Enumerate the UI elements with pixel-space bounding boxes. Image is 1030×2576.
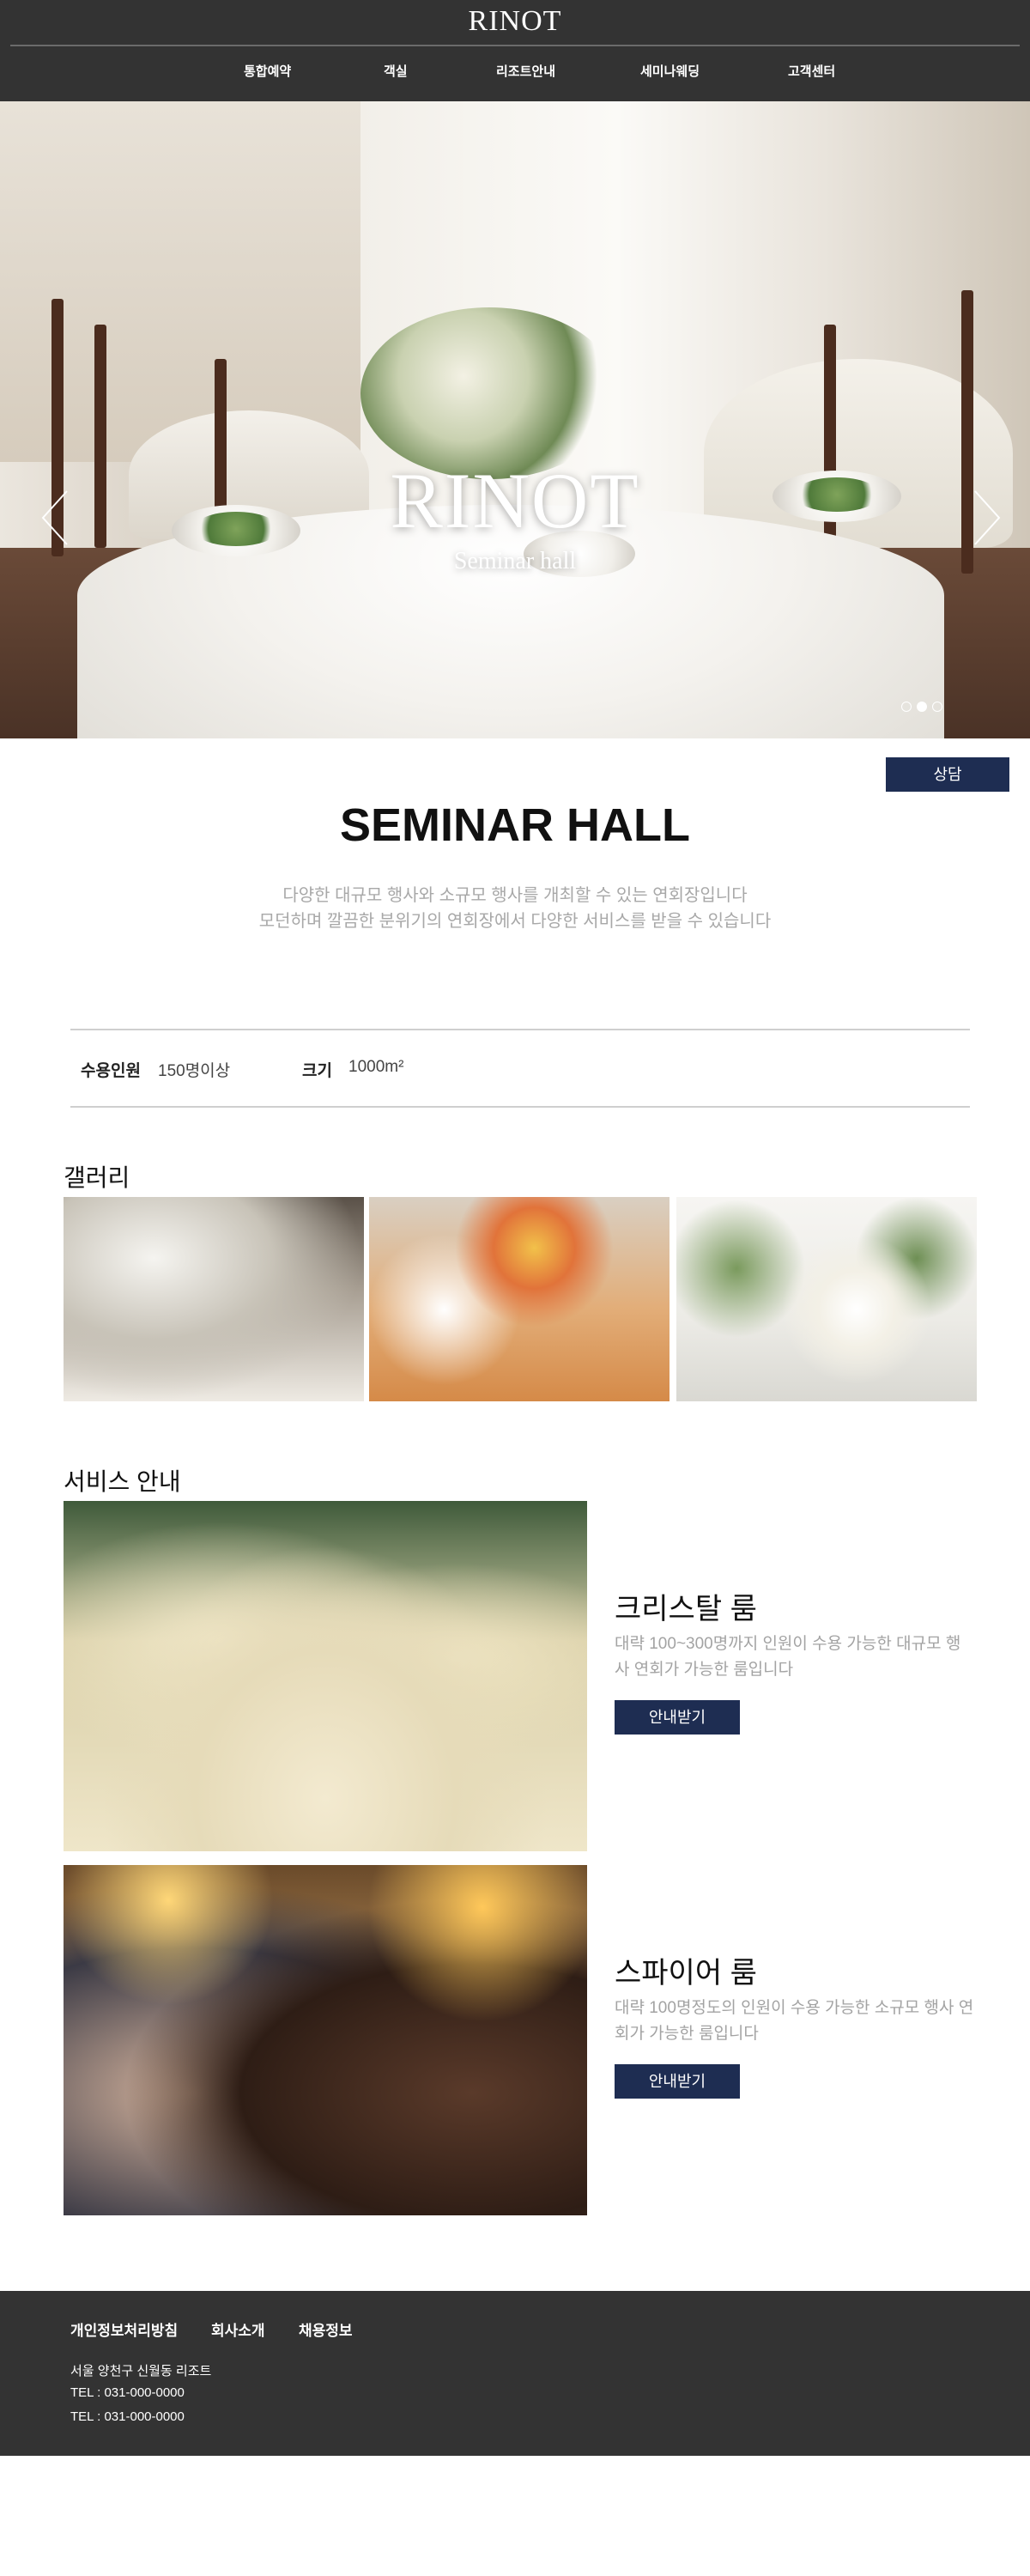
crystal-room-image xyxy=(64,1501,587,1851)
main-nav: 통합예약 객실 리조트안내 세미나웨딩 고객센터 xyxy=(0,62,1030,88)
hero-next-arrow-icon[interactable] xyxy=(970,488,1004,548)
size-value: 1000m² xyxy=(348,1058,404,1076)
info-divider-bottom xyxy=(70,1106,970,1108)
nav-item-rooms[interactable]: 객실 xyxy=(384,62,408,80)
site-logo[interactable]: RINOT xyxy=(0,5,1030,38)
hero-banner: RINOT Seminar hall xyxy=(0,101,1030,738)
consult-button[interactable]: 상담 xyxy=(886,757,1009,792)
nav-item-reservation[interactable]: 통합예약 xyxy=(244,62,291,80)
nav-item-seminar-wedding[interactable]: 세미나웨딩 xyxy=(640,62,700,80)
info-divider-top xyxy=(70,1029,970,1030)
slide-dot[interactable] xyxy=(901,702,912,712)
gallery-image[interactable] xyxy=(369,1197,670,1401)
gallery-image[interactable] xyxy=(64,1197,364,1401)
gallery-image[interactable] xyxy=(676,1197,977,1401)
spire-room-image xyxy=(64,1865,587,2215)
spire-room-description: 대략 100명정도의 인원이 수용 가능한 소규모 행사 연회가 가능한 룸입니… xyxy=(615,1999,974,2043)
slide-dot[interactable] xyxy=(932,702,942,712)
footer-address: 서울 양천구 신월동 리조트 xyxy=(70,2364,212,2379)
footer-link-about[interactable]: 회사소개 xyxy=(211,2318,265,2340)
gallery-title: 갤러리 xyxy=(64,1164,130,1191)
slide-dot[interactable] xyxy=(917,702,927,712)
site-footer: 개인정보처리방침 회사소개 채용정보 서울 양천구 신월동 리조트 TEL : … xyxy=(0,2291,1030,2456)
page-title: SEMINAR HALL xyxy=(340,799,690,851)
hero-prev-arrow-icon[interactable] xyxy=(38,488,72,548)
nav-item-resort-info[interactable]: 리조트안내 xyxy=(496,62,555,80)
site-header: RINOT 통합예약 객실 리조트안내 세미나웨딩 고객센터 xyxy=(0,0,1030,101)
intro-description-line1: 다양한 대규모 행사와 소규모 행사를 개최할 수 있는 연회장입니다 xyxy=(282,886,748,905)
footer-tel: TEL : 031-000-0000 xyxy=(70,2409,185,2424)
footer-tel: TEL : 031-000-0000 xyxy=(70,2385,185,2400)
capacity-value: 150명이상 xyxy=(158,1062,231,1080)
hero-slide-dots xyxy=(901,701,948,714)
hero-photo-flowers xyxy=(360,307,618,479)
hero-subtitle: Seminar hall xyxy=(453,548,577,574)
spire-room-info-button[interactable]: 안내받기 xyxy=(615,2064,740,2099)
crystal-room-description: 대략 100~300명까지 인원이 수용 가능한 대규모 행사 연회가 가능한 … xyxy=(615,1635,961,1679)
size-label: 크기 xyxy=(302,1062,332,1080)
crystal-room-info-button[interactable]: 안내받기 xyxy=(615,1700,740,1735)
intro-description-line2: 모던하며 깔끔한 분위기의 연회장에서 다양한 서비스를 받을 수 있습니다 xyxy=(258,912,772,931)
nav-item-customer-center[interactable]: 고객센터 xyxy=(788,62,835,80)
services-title: 서비스 안내 xyxy=(64,1468,181,1495)
spire-room-name: 스파이어 룸 xyxy=(615,1957,757,1990)
header-divider xyxy=(10,45,1020,46)
capacity-label: 수용인원 xyxy=(81,1062,141,1080)
crystal-room-name: 크리스탈 룸 xyxy=(615,1593,757,1625)
footer-link-careers[interactable]: 채용정보 xyxy=(299,2318,353,2340)
footer-link-privacy[interactable]: 개인정보처리방침 xyxy=(70,2318,178,2340)
hero-title: RINOT xyxy=(390,457,640,544)
